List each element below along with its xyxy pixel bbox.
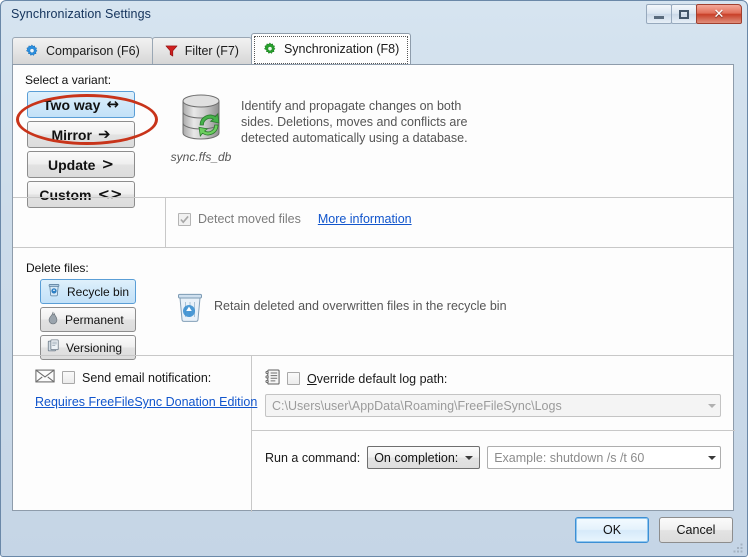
detect-moved-files-label: Detect moved files [198, 212, 301, 226]
override-log-path-accelerator: O [307, 371, 317, 386]
tab-filter-label: Filter (F7) [184, 44, 239, 58]
delete-recycle-bin-label: Recycle bin [67, 284, 130, 299]
window-controls: ✕ [646, 4, 742, 24]
delete-versioning-button[interactable]: Versioning [40, 335, 136, 360]
delete-files-section-label: Delete files: [26, 261, 89, 275]
dialog-window: Synchronization Settings ✕ Comparison (F… [0, 0, 748, 557]
dialog-button-bar: OK Cancel [7, 512, 733, 552]
override-log-path-row: Override default log path: [265, 369, 447, 388]
delete-recycle-bin-button[interactable]: Recycle bin [40, 279, 136, 304]
close-icon: ✕ [713, 6, 725, 22]
right-arrow-icon: ➔ [97, 125, 111, 143]
chevron-down-icon [707, 403, 716, 408]
log-file-icon [265, 369, 280, 388]
delete-permanent-button[interactable]: Permanent [40, 307, 136, 332]
recycle-bin-illustration [175, 291, 205, 326]
divider-variant-bottom [13, 197, 733, 198]
divider-delete-bottom [13, 355, 733, 356]
gear-icon-blue [25, 44, 39, 58]
override-log-path-label: Override default log path: [307, 372, 447, 386]
divider-logpath-bottom [251, 430, 735, 431]
detect-moved-files-row: Detect moved files More information [178, 212, 412, 226]
donation-edition-link[interactable]: Requires FreeFileSync Donation Edition [35, 395, 257, 409]
recycle-bin-icon [47, 283, 61, 300]
divider-detect-bottom [13, 247, 733, 248]
database-icon-wrap: sync.ffs_db [165, 91, 237, 164]
variant-description: Identify and propagate changes on both s… [241, 99, 468, 145]
variant-mirror-label: Mirror [51, 126, 92, 143]
run-command-input[interactable]: Example: shutdown /s /t 60 [487, 446, 721, 469]
delete-permanent-label: Permanent [65, 312, 124, 327]
maximize-button[interactable] [671, 4, 697, 24]
variant-update-button[interactable]: Update > [27, 151, 135, 178]
versioning-icon [47, 339, 60, 356]
minimize-button[interactable] [646, 4, 672, 24]
divider-vertical-bottom [251, 356, 252, 512]
tab-strip: Comparison (F6) Filter (F7) Synchronizat… [12, 33, 412, 64]
cancel-button[interactable]: Cancel [659, 517, 733, 543]
title-bar[interactable]: Synchronization Settings ✕ [1, 1, 747, 29]
close-button[interactable]: ✕ [696, 4, 742, 24]
database-caption: sync.ffs_db [170, 150, 232, 164]
variant-section-label-wrap: Select a variant: [25, 73, 111, 87]
delete-versioning-label: Versioning [66, 340, 123, 355]
angle-brackets-icon: <> [97, 185, 123, 203]
variant-section-label: Select a variant: [25, 73, 112, 87]
tab-synchronization-label: Synchronization (F8) [283, 42, 400, 56]
variant-mirror-button[interactable]: Mirror ➔ [27, 121, 135, 148]
log-path-value: C:\Users\user\AppData\Roaming\FreeFileSy… [272, 398, 562, 413]
send-email-label: Send email notification: [82, 370, 212, 385]
run-command-trigger-arrow [459, 455, 479, 460]
run-command-label: Run a command: [265, 450, 361, 465]
delete-files-description: Retain deleted and overwritten files in … [214, 299, 507, 313]
delete-files-button-group: Recycle bin Permanent Versioning [40, 279, 136, 360]
gear-icon-green [263, 42, 277, 56]
variant-update-label: Update [47, 156, 96, 173]
settings-page: Select a variant: Two way ↔ Mirror ➔ Upd… [12, 64, 735, 512]
run-command-placeholder: Example: shutdown /s /t 60 [494, 450, 645, 465]
variant-custom-button[interactable]: Custom <> [27, 181, 135, 208]
variant-button-group: Two way ↔ Mirror ➔ Update > Custom <> [27, 91, 135, 208]
database-icon [165, 91, 237, 147]
email-notification-row: Send email notification: [35, 369, 211, 386]
run-command-row: Run a command: On completion: Example: s… [265, 446, 721, 469]
ok-button[interactable]: OK [575, 517, 649, 543]
log-path-dropdown-arrow[interactable] [703, 403, 720, 408]
override-log-path-label-rest: verride default log path: [316, 371, 448, 386]
ok-button-label: OK [602, 523, 622, 537]
client-area: Comparison (F6) Filter (F7) Synchronizat… [7, 30, 743, 552]
resize-grip[interactable] [732, 542, 744, 554]
chevron-down-icon [707, 455, 716, 460]
variant-two-way-button[interactable]: Two way ↔ [27, 91, 135, 118]
cancel-button-label: Cancel [676, 523, 716, 537]
tab-comparison[interactable]: Comparison (F6) [12, 37, 153, 64]
run-command-trigger-select[interactable]: On completion: [367, 446, 481, 469]
run-command-dropdown-arrow[interactable] [703, 455, 720, 460]
tab-comparison-label: Comparison (F6) [46, 44, 140, 58]
window-title: Synchronization Settings [11, 7, 151, 21]
send-email-checkbox[interactable] [62, 371, 75, 384]
flame-icon [47, 311, 59, 328]
variant-two-way-label: Two way [43, 96, 101, 113]
two-way-arrow-icon: ↔ [106, 95, 119, 113]
tab-filter[interactable]: Filter (F7) [151, 37, 252, 64]
log-path-combo[interactable]: C:\Users\user\AppData\Roaming\FreeFileSy… [265, 394, 721, 417]
minimize-icon [654, 16, 664, 19]
envelope-icon [35, 369, 55, 386]
override-log-path-checkbox[interactable] [287, 372, 300, 385]
detect-moved-files-checkbox[interactable] [178, 212, 191, 226]
tab-synchronization[interactable]: Synchronization (F8) [250, 33, 412, 64]
greater-than-icon: > [101, 155, 115, 173]
funnel-icon-red [165, 44, 178, 58]
maximize-icon [679, 9, 689, 19]
variant-custom-label: Custom [39, 186, 92, 203]
run-command-trigger-value: On completion: [374, 450, 459, 465]
chevron-down-icon [465, 455, 474, 460]
more-information-link[interactable]: More information [318, 212, 412, 226]
divider-vertical-detect [165, 197, 166, 247]
